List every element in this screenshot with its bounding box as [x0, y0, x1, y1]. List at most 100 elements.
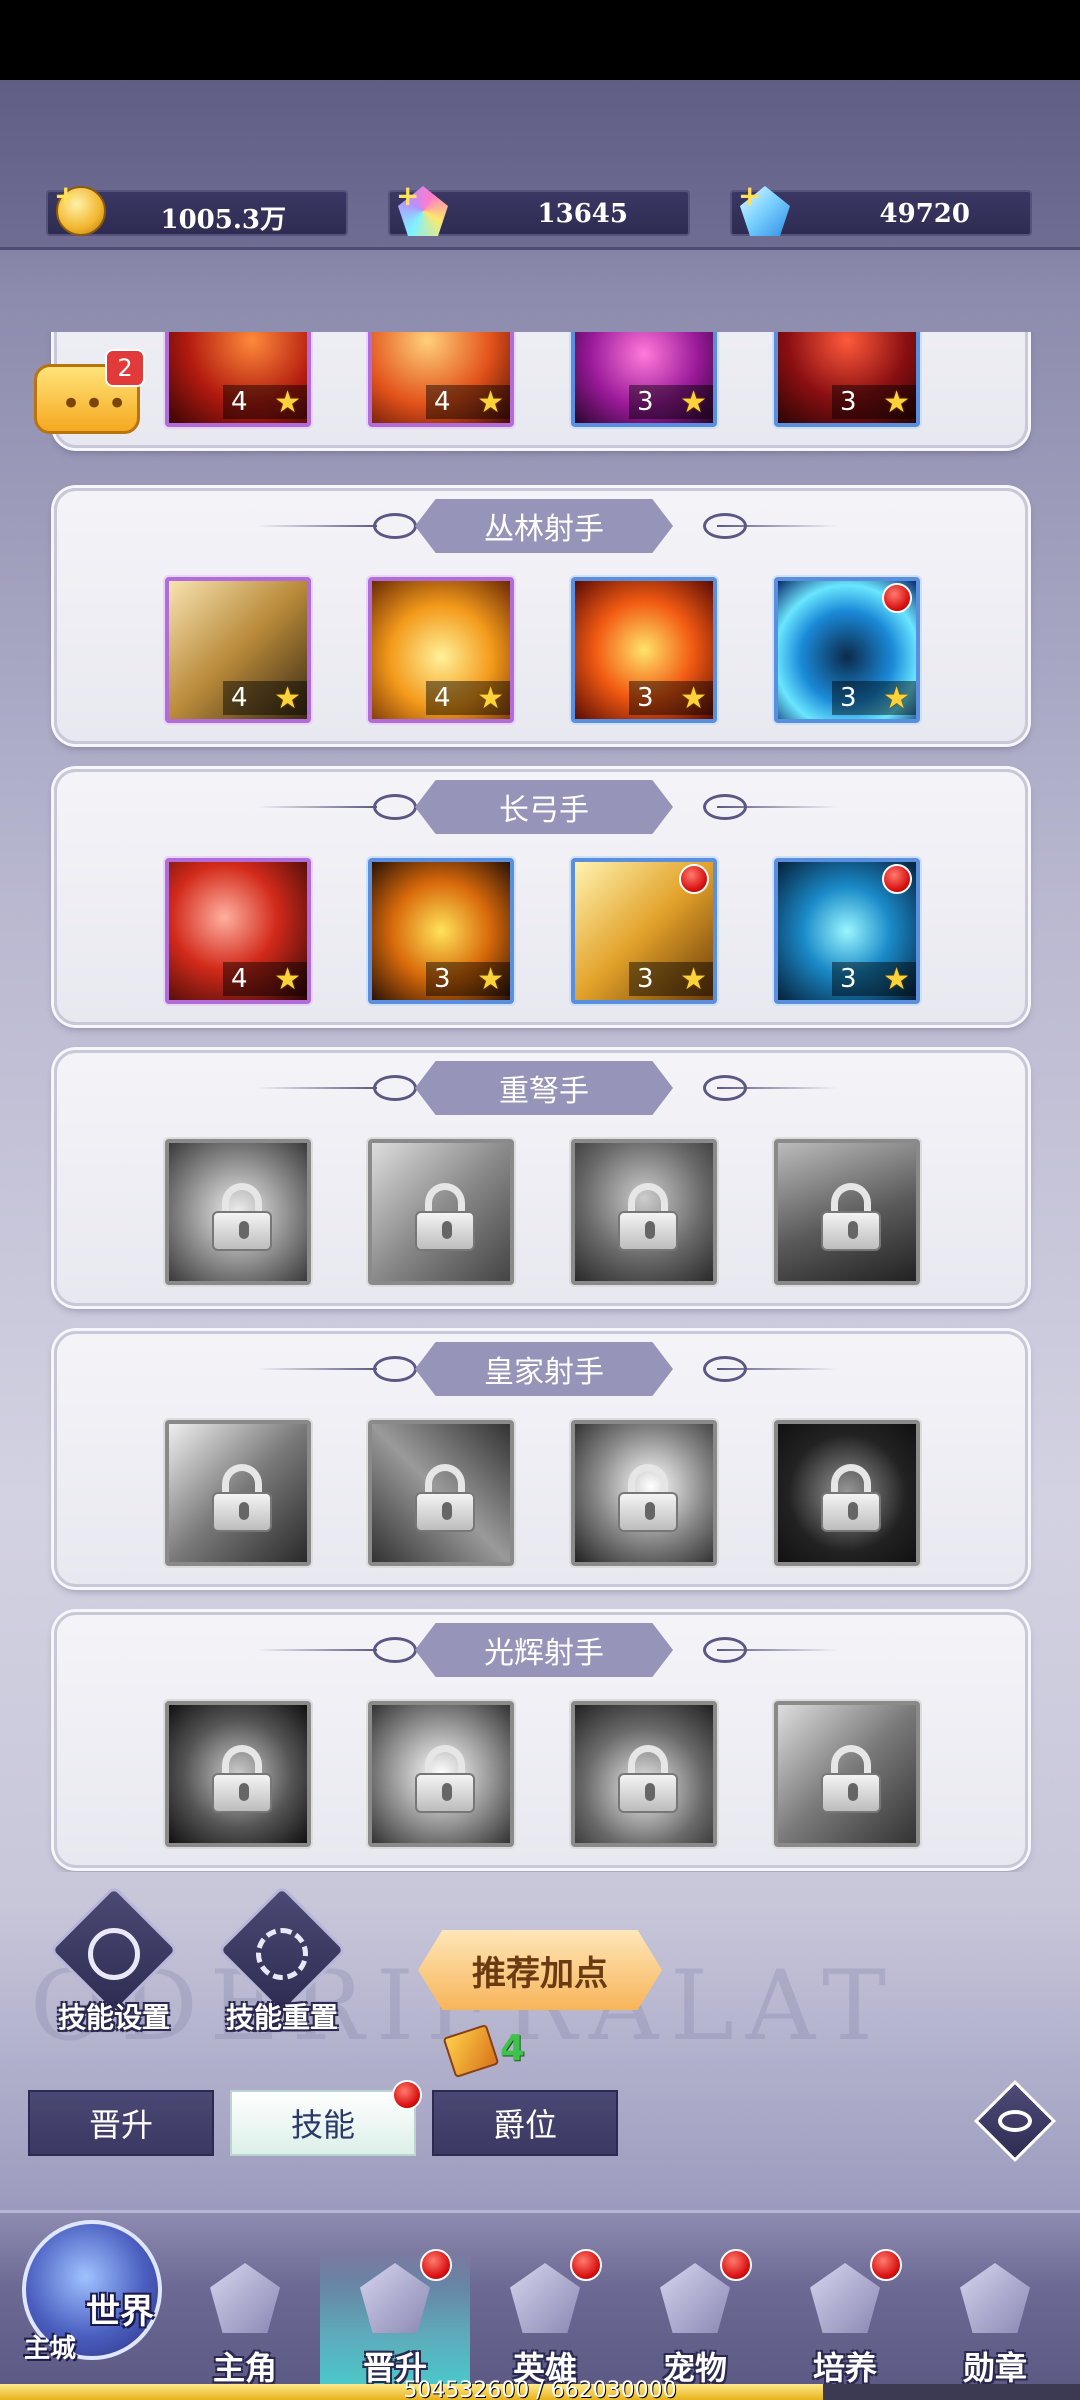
lock-icon — [212, 1183, 272, 1251]
locked-skill-slot[interactable] — [368, 1701, 514, 1847]
tab-skills-label: 技能 — [290, 2106, 355, 2144]
skill-panel-heavy-crossbowman: 重弩手 — [54, 1050, 1028, 1306]
locked-skill-slot[interactable] — [774, 1701, 920, 1847]
lock-icon — [618, 1745, 678, 1813]
lock-icon — [415, 1464, 475, 1532]
skill-panel-royal-archer: 皇家射手 — [54, 1331, 1028, 1587]
add-rainbow-gem-icon[interactable]: + — [396, 182, 419, 210]
skill-slot[interactable]: 3 ★ — [774, 858, 920, 1004]
skill-slot[interactable]: 3 ★ — [571, 332, 717, 427]
world-label: 世界 — [86, 2292, 154, 2332]
notification-dot — [679, 864, 709, 894]
title-ornament — [257, 1649, 377, 1651]
title-ornament — [717, 1368, 837, 1370]
locked-skill-slot[interactable] — [774, 1139, 920, 1285]
skill-slot[interactable]: 4 ★ — [165, 858, 311, 1004]
title-ornament — [717, 806, 837, 808]
add-gold-icon[interactable]: + — [54, 182, 77, 210]
title-ornament — [257, 1087, 377, 1089]
skill-panel-partial: 4 ★ 4 ★ 3 ★ 3 ★ — [54, 332, 1028, 448]
skill-slot[interactable]: 3 ★ — [571, 858, 717, 1004]
title-ornament — [257, 1368, 377, 1370]
title-ornament — [373, 1637, 417, 1663]
lock-icon — [618, 1183, 678, 1251]
skill-slot[interactable]: 4 ★ — [165, 577, 311, 723]
title-ornament — [373, 1356, 417, 1382]
star-icon: ★ — [477, 962, 504, 997]
pet-icon — [660, 2263, 730, 2333]
title-ornament — [373, 513, 417, 539]
star-icon: ★ — [883, 962, 910, 997]
rainbow-gem-counter[interactable]: + 13645 — [388, 182, 690, 236]
recommend-points-button[interactable]: 推荐加点 — [418, 1930, 662, 2010]
tab-skills[interactable]: 技能 — [230, 2080, 422, 2156]
star-icon: ★ — [680, 962, 707, 997]
title-ornament — [717, 525, 837, 527]
notification-dot — [570, 2249, 602, 2281]
locked-skill-slot[interactable] — [571, 1420, 717, 1566]
locked-skill-slot[interactable] — [165, 1701, 311, 1847]
class-title: 光辉射手 — [415, 1623, 673, 1677]
lock-icon — [415, 1745, 475, 1813]
gold-value: 1005.3万 — [160, 205, 286, 235]
locked-skill-slot[interactable] — [571, 1701, 717, 1847]
add-diamond-icon[interactable]: + — [738, 182, 761, 210]
skill-slot[interactable]: 3 ★ — [774, 577, 920, 723]
knight-icon — [510, 2263, 580, 2333]
exp-bar: 504532600 / 662030000 — [0, 2378, 1080, 2400]
class-title: 丛林射手 — [415, 499, 673, 553]
tab-promotion[interactable]: 晋升 — [28, 2090, 214, 2156]
lock-icon — [618, 1464, 678, 1532]
star-icon: ★ — [883, 385, 910, 420]
locked-skill-slot[interactable] — [368, 1420, 514, 1566]
main-city-label: 主城 — [24, 2334, 77, 2364]
notification-dot — [420, 2249, 452, 2281]
locked-skill-slot[interactable] — [165, 1420, 311, 1566]
notification-dot — [720, 2249, 752, 2281]
skill-slot[interactable]: 4 ★ — [368, 332, 514, 427]
tab-nobility[interactable]: 爵位 — [432, 2090, 618, 2156]
helmet-icon — [210, 2263, 280, 2333]
locked-skill-slot[interactable] — [571, 1139, 717, 1285]
star-icon: ★ — [477, 681, 504, 716]
skill-reset-button[interactable]: 技能重置 — [214, 1884, 350, 2036]
chat-unread-badge: 2 — [105, 349, 145, 387]
lock-icon — [212, 1464, 272, 1532]
skill-slot[interactable]: 3 ★ — [368, 858, 514, 1004]
notification-dot — [392, 2080, 422, 2110]
locked-skill-slot[interactable] — [774, 1420, 920, 1566]
notification-dot — [870, 2249, 902, 2281]
view-toggle-button[interactable] — [973, 2079, 1057, 2163]
skill-settings-button[interactable]: 技能设置 — [46, 1884, 182, 2036]
diamond-counter[interactable]: + 49720 — [730, 182, 1032, 236]
locked-skill-slot[interactable] — [165, 1139, 311, 1285]
class-title: 长弓手 — [415, 780, 673, 834]
skill-reset-label: 技能重置 — [225, 2001, 338, 2034]
gold-counter[interactable]: + 1005.3万 — [46, 182, 348, 236]
lock-icon — [212, 1745, 272, 1813]
title-ornament — [257, 806, 377, 808]
wings-icon — [360, 2263, 430, 2333]
star-icon: ★ — [680, 385, 707, 420]
star-icon: ★ — [883, 681, 910, 716]
diamond-value: 49720 — [879, 199, 970, 229]
title-ornament — [257, 525, 377, 527]
skill-panel-jungle-archer: 丛林射手 4 ★ 4 ★ 3 ★ 3 ★ — [54, 488, 1028, 744]
lock-icon — [821, 1183, 881, 1251]
skill-slot[interactable]: 3 ★ — [571, 577, 717, 723]
eye-icon — [998, 2110, 1032, 2132]
chat-button[interactable]: ••• 2 — [34, 349, 145, 434]
world-button[interactable]: 世界 主城 — [6, 2200, 174, 2390]
skill-slot[interactable]: 4 ★ — [368, 577, 514, 723]
training-icon — [810, 2263, 880, 2333]
skill-slot[interactable]: 3 ★ — [774, 332, 920, 427]
star-icon: ★ — [274, 681, 301, 716]
locked-skill-slot[interactable] — [368, 1139, 514, 1285]
class-title: 皇家射手 — [415, 1342, 673, 1396]
skill-slot[interactable]: 4 ★ — [165, 332, 311, 427]
skill-list[interactable]: 4 ★ 4 ★ 3 ★ 3 ★ 丛林射手 4 ★ 4 ★ 3 ★ 3 ★ 长弓手… — [0, 332, 1080, 1872]
star-icon: ★ — [274, 385, 301, 420]
top-bar: + 1005.3万 + 13645 + 49720 — [0, 80, 1080, 250]
skill-book-count: 4 — [500, 2028, 526, 2069]
star-icon: ★ — [477, 385, 504, 420]
